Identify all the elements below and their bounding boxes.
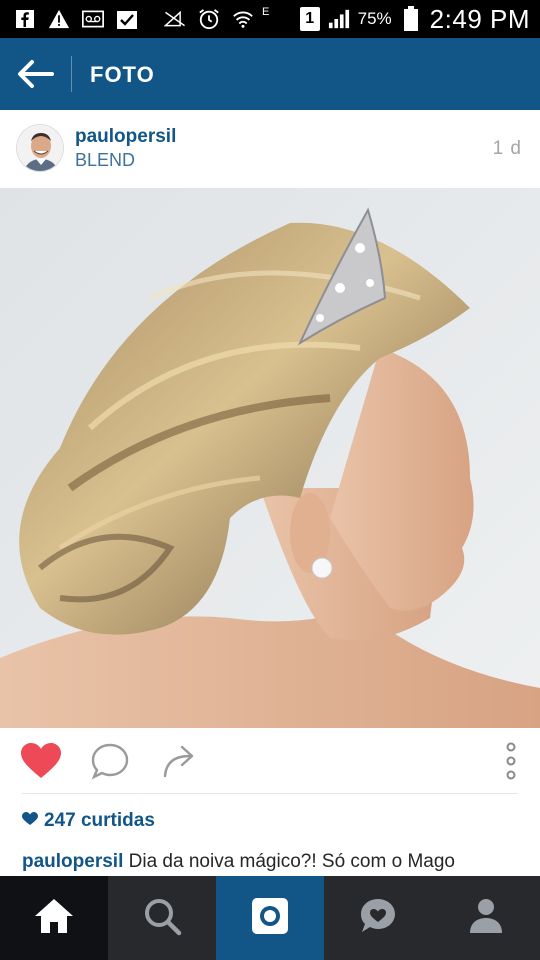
post-actions [0, 728, 540, 794]
nav-search[interactable] [108, 876, 216, 960]
header-divider [71, 56, 72, 92]
post-photo[interactable] [0, 188, 540, 728]
small-heart-icon [22, 810, 38, 832]
signal-icon [328, 8, 350, 30]
comment-icon[interactable] [90, 742, 130, 785]
nav-activity[interactable] [324, 876, 432, 960]
more-icon[interactable] [500, 742, 522, 787]
alert-icon [48, 8, 70, 30]
clock: 2:49 PM [429, 3, 530, 34]
post-location[interactable]: BLEND [75, 150, 135, 171]
post-header: paulopersil BLEND 1 d [0, 110, 540, 188]
bottom-nav [0, 876, 540, 960]
heart-icon[interactable] [20, 742, 62, 785]
status-bar: E 1 75% 2:49 PM [0, 0, 540, 38]
camera-icon [250, 896, 290, 941]
likes-row[interactable]: 247 curtidas [22, 810, 155, 832]
wifi-icon [232, 8, 254, 30]
battery-icon [400, 6, 422, 31]
page-title: FOTO [90, 62, 155, 87]
battery-percent: 75% [357, 9, 392, 28]
divider [22, 793, 518, 794]
caption-username[interactable]: paulopersil [22, 851, 123, 872]
post-username[interactable]: paulopersil [75, 126, 176, 148]
share-icon[interactable] [160, 742, 200, 785]
activity-icon [358, 896, 398, 941]
nav-profile[interactable] [432, 876, 540, 960]
home-icon [33, 897, 75, 940]
post-timestamp: 1 d [492, 138, 522, 159]
app-header: FOTO [0, 38, 540, 110]
nav-camera[interactable] [216, 876, 324, 960]
search-icon [142, 896, 182, 941]
checkbox-icon [116, 8, 138, 30]
facebook-icon [14, 8, 36, 30]
profile-icon [468, 897, 504, 940]
nav-home[interactable] [0, 876, 108, 960]
voicemail-icon [82, 8, 104, 30]
avatar[interactable] [16, 124, 64, 172]
caption-text: Dia da noiva mágico?! Só com o Mago [128, 851, 455, 872]
back-arrow-icon[interactable] [16, 56, 56, 92]
network-type: E [262, 6, 270, 18]
no-signal-icon [164, 8, 186, 30]
caption: paulopersil Dia da noiva mágico?! Só com… [22, 851, 455, 873]
likes-count: 247 curtidas [44, 810, 155, 831]
sim-slot-badge: 1 [299, 7, 320, 31]
alarm-icon [198, 8, 220, 30]
